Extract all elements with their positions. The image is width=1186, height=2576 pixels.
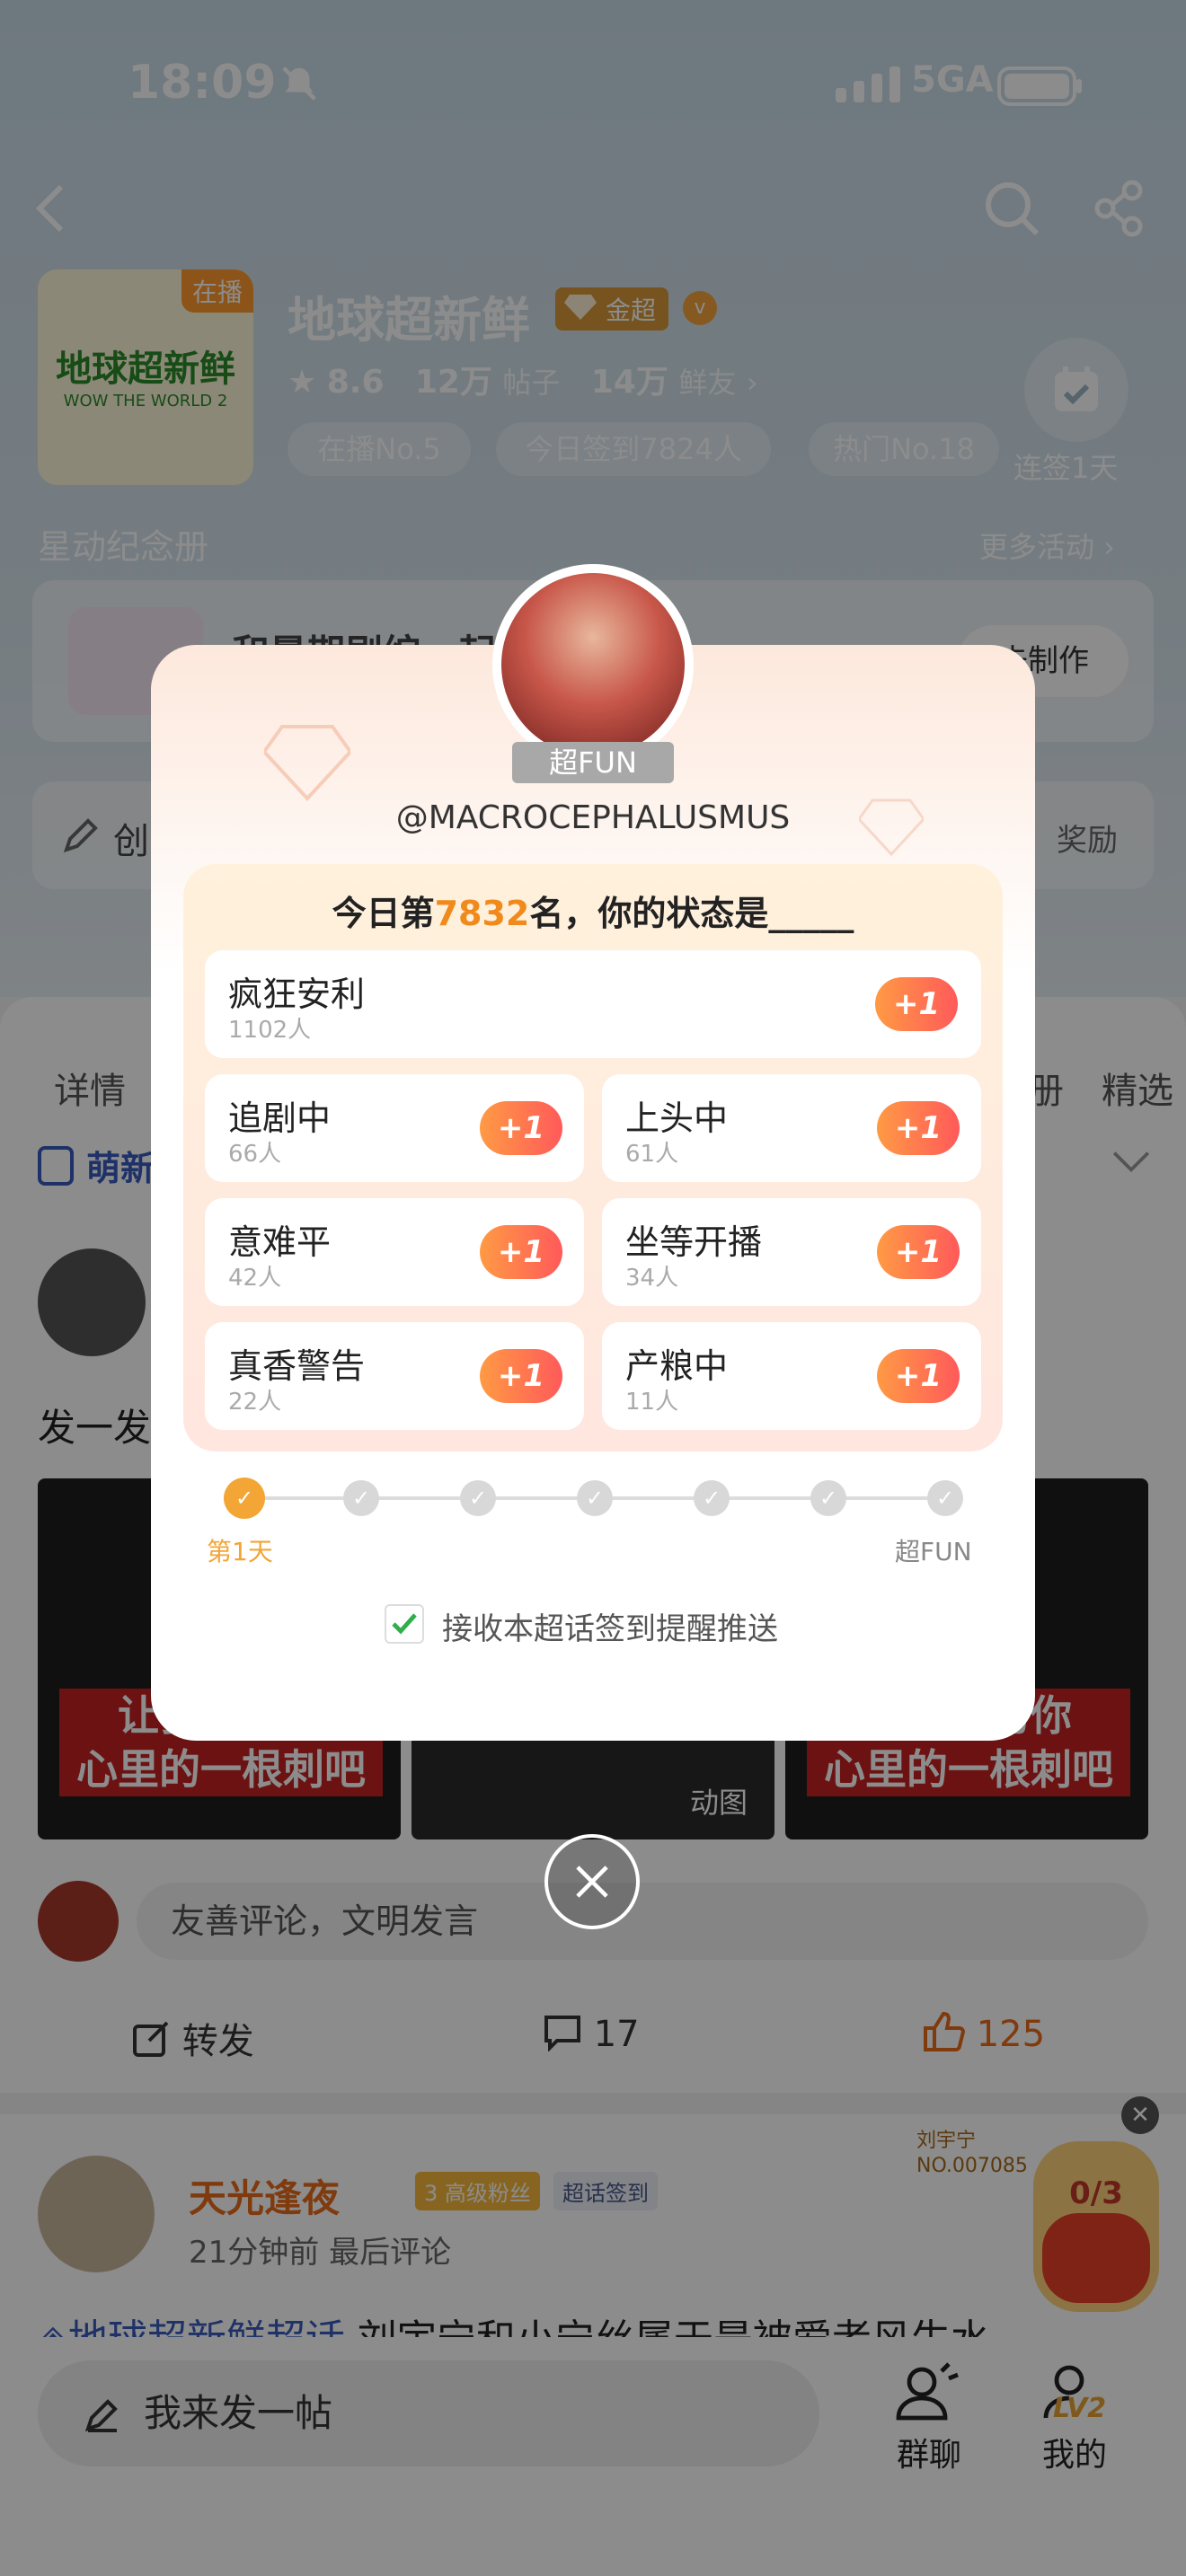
avatar-ribbon: 超FUN [492, 742, 694, 787]
plus-one-button[interactable]: +1 [480, 1101, 562, 1155]
diamond-decoration-icon [264, 725, 350, 801]
option-count: 11人 [625, 1389, 679, 1416]
status-option-7[interactable]: 产粮中 11人 +1 [602, 1322, 981, 1430]
status-option-6[interactable]: 真香警告 22人 +1 [205, 1322, 584, 1430]
plus-one-button[interactable]: +1 [480, 1225, 562, 1279]
option-count: 1102人 [228, 1017, 312, 1044]
option-count: 66人 [228, 1141, 282, 1168]
option-count: 34人 [625, 1265, 679, 1292]
remind-label: 接收本超话签到提醒推送 [442, 1611, 778, 1647]
status-option-2[interactable]: 追剧中 66人 +1 [205, 1074, 584, 1182]
user-handle: @MACROCEPHALUSMUS [395, 799, 791, 836]
close-modal-button[interactable] [544, 1834, 640, 1929]
plus-one-button[interactable]: +1 [877, 1225, 960, 1279]
option-count: 42人 [228, 1265, 282, 1292]
plus-one-button[interactable]: +1 [480, 1349, 562, 1403]
user-avatar [501, 573, 685, 756]
status-option-3[interactable]: 上头中 61人 +1 [602, 1074, 981, 1182]
option-count: 61人 [625, 1141, 679, 1168]
option-label: 产粮中 [625, 1346, 729, 1386]
option-label: 真香警告 [228, 1346, 366, 1386]
progress-step-6: ✓ [810, 1480, 846, 1516]
status-panel: 今日第7832名，你的状态是_____ 疯狂安利 1102人 +1 追剧中 66… [183, 864, 1003, 1451]
progress-step-2: ✓ [343, 1480, 379, 1516]
status-option-5[interactable]: 坐等开播 34人 +1 [602, 1198, 981, 1306]
plus-one-button[interactable]: +1 [875, 977, 958, 1031]
signin-progress: ✓ ✓ ✓ ✓ ✓ ✓ ✓ 第1天 超FUN [151, 1478, 1035, 1588]
option-label: 意难平 [228, 1222, 332, 1262]
avatar-badge-label: 超FUN [512, 742, 674, 783]
remind-checkbox[interactable] [385, 1604, 424, 1644]
progress-step-1: ✓ [224, 1478, 265, 1519]
status-option-1[interactable]: 疯狂安利 1102人 +1 [205, 950, 981, 1058]
progress-last-label: 超FUN [895, 1537, 972, 1566]
status-question: 今日第7832名，你的状态是_____ [183, 886, 1003, 935]
option-label: 上头中 [625, 1098, 729, 1138]
progress-step-4: ✓ [577, 1480, 613, 1516]
status-option-4[interactable]: 意难平 42人 +1 [205, 1198, 584, 1306]
option-label: 疯狂安利 [228, 975, 366, 1014]
progress-step-5: ✓ [694, 1480, 730, 1516]
check-icon [392, 1613, 417, 1635]
option-label: 追剧中 [228, 1098, 332, 1138]
progress-step-7: ✓ [927, 1480, 963, 1516]
signin-rank: 7832 [434, 894, 530, 933]
close-icon [576, 1866, 608, 1898]
user-avatar-frame [492, 564, 694, 765]
question-suffix: 名，你的状态是_____ [529, 894, 854, 933]
plus-one-button[interactable]: +1 [877, 1349, 960, 1403]
progress-first-label: 第1天 [207, 1537, 273, 1566]
option-count: 22人 [228, 1389, 282, 1416]
option-label: 坐等开播 [625, 1222, 763, 1262]
question-prefix: 今日第 [332, 894, 435, 933]
progress-step-3: ✓ [460, 1480, 496, 1516]
signin-modal: 超FUN @MACROCEPHALUSMUS 今日第7832名，你的状态是___… [151, 564, 1035, 1741]
plus-one-button[interactable]: +1 [877, 1101, 960, 1155]
